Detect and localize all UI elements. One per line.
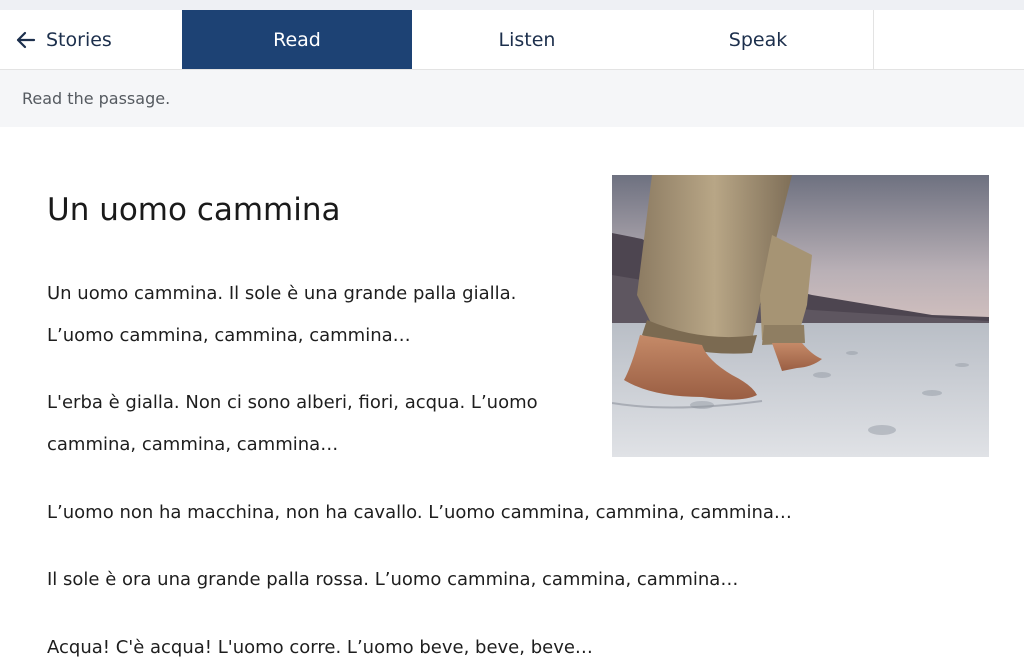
story-paragraph-3: L’uomo non ha macchina, non ha cavallo. … xyxy=(47,492,792,534)
tab-listen[interactable]: Listen xyxy=(412,10,642,69)
story-title: Un uomo cammina xyxy=(47,192,341,228)
back-label: Stories xyxy=(46,28,112,51)
paragraph-line: Un uomo cammina. Il sole è una grande pa… xyxy=(47,283,517,304)
tab-read-label: Read xyxy=(273,28,321,51)
back-to-stories-button[interactable]: Stories xyxy=(0,10,182,69)
tab-read[interactable]: Read xyxy=(182,10,412,69)
tab-listen-label: Listen xyxy=(498,28,556,51)
tab-bar: Stories Read Listen Speak xyxy=(0,10,1024,70)
paragraph-line: L'erba è gialla. Non ci sono alberi, fio… xyxy=(47,392,538,413)
paragraph-line: cammina, cammina, cammina… xyxy=(47,434,339,455)
story-illustration xyxy=(612,175,989,457)
story-paragraph-1: Un uomo cammina. Il sole è una grande pa… xyxy=(47,273,516,357)
story-paragraph-5: Acqua! C'è acqua! L'uomo corre. L’uomo b… xyxy=(47,627,593,669)
tab-speak[interactable]: Speak xyxy=(643,10,873,69)
story-paragraph-2: L'erba è gialla. Non ci sono alberi, fio… xyxy=(47,382,538,466)
instruction-bar: Read the passage. xyxy=(0,70,1024,127)
tab-divider xyxy=(873,10,874,69)
instruction-text: Read the passage. xyxy=(22,89,171,108)
top-strip xyxy=(0,0,1024,10)
walking-feet-photo xyxy=(612,175,989,457)
paragraph-line: L’uomo non ha macchina, non ha cavallo. … xyxy=(47,502,792,523)
story-paragraph-4: Il sole è ora una grande palla rossa. L’… xyxy=(47,559,738,601)
arrow-left-icon xyxy=(16,31,36,48)
paragraph-line: Il sole è ora una grande palla rossa. L’… xyxy=(47,569,739,590)
paragraph-line: Acqua! C'è acqua! L'uomo corre. L’uomo b… xyxy=(47,637,593,658)
tab-speak-label: Speak xyxy=(728,28,788,51)
paragraph-line: L’uomo cammina, cammina, cammina… xyxy=(47,325,411,346)
